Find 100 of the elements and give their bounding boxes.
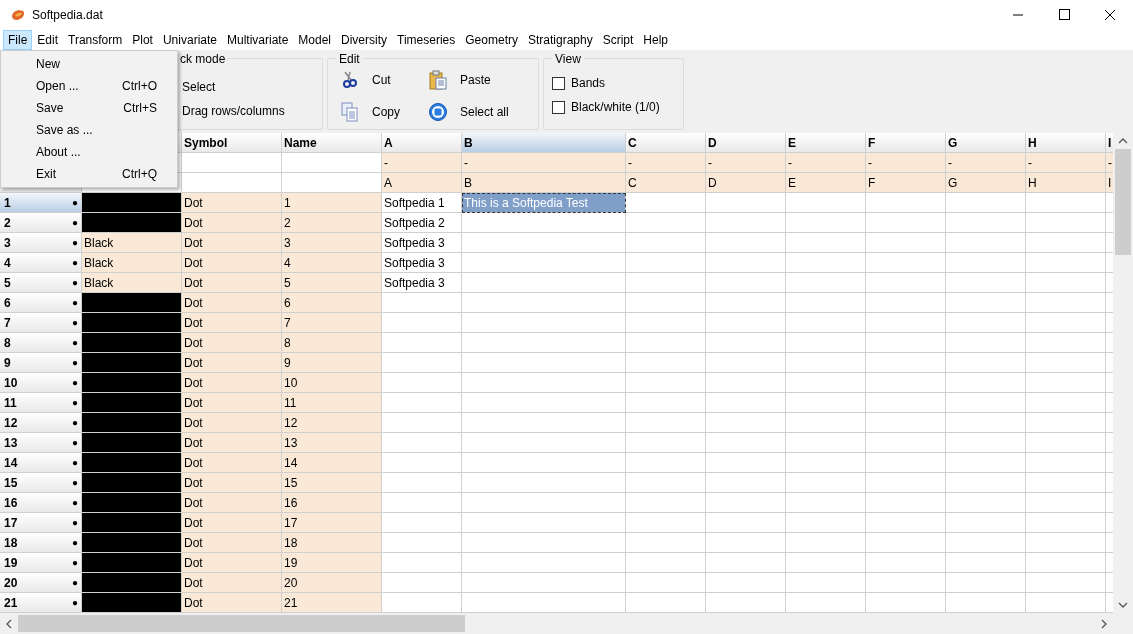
- row-header[interactable]: 2 ●: [0, 213, 82, 233]
- table-cell[interactable]: [1026, 213, 1106, 233]
- table-cell[interactable]: [706, 473, 786, 493]
- table-cell[interactable]: B: [462, 173, 626, 193]
- scrollbar-thumb[interactable]: [18, 615, 465, 632]
- table-cell[interactable]: 6: [282, 293, 382, 313]
- table-cell[interactable]: Softpedia 2: [382, 213, 462, 233]
- table-cell[interactable]: D: [706, 173, 786, 193]
- table-cell[interactable]: 21: [282, 593, 382, 613]
- table-cell[interactable]: [946, 193, 1026, 213]
- menu-item[interactable]: Plot: [127, 30, 158, 50]
- table-cell[interactable]: [626, 453, 706, 473]
- table-cell[interactable]: [786, 533, 866, 553]
- table-cell[interactable]: [946, 313, 1026, 333]
- table-cell[interactable]: [626, 233, 706, 253]
- table-cell[interactable]: [706, 353, 786, 373]
- table-cell[interactable]: Dot: [182, 433, 282, 453]
- colour-swatch[interactable]: [82, 313, 182, 333]
- table-cell[interactable]: [946, 573, 1026, 593]
- column-header[interactable]: C: [626, 133, 706, 153]
- table-cell[interactable]: -: [1026, 153, 1106, 173]
- column-header[interactable]: H: [1026, 133, 1106, 153]
- table-cell[interactable]: [866, 493, 946, 513]
- table-cell[interactable]: [706, 373, 786, 393]
- table-cell[interactable]: [462, 453, 626, 473]
- table-cell[interactable]: [382, 573, 462, 593]
- table-cell[interactable]: [626, 553, 706, 573]
- table-cell[interactable]: -: [866, 153, 946, 173]
- table-cell[interactable]: -: [946, 153, 1026, 173]
- table-cell[interactable]: [182, 153, 282, 173]
- table-cell[interactable]: Dot: [182, 213, 282, 233]
- table-cell[interactable]: [866, 433, 946, 453]
- table-cell[interactable]: [866, 453, 946, 473]
- table-cell[interactable]: Dot: [182, 273, 282, 293]
- toolbar-button[interactable]: Paste: [428, 69, 528, 91]
- table-cell[interactable]: C: [626, 173, 706, 193]
- table-cell[interactable]: 2: [282, 213, 382, 233]
- table-cell[interactable]: Dot: [182, 353, 282, 373]
- table-cell[interactable]: [1026, 573, 1106, 593]
- table-cell[interactable]: -: [382, 153, 462, 173]
- table-cell[interactable]: [626, 413, 706, 433]
- column-header[interactable]: Name: [282, 133, 382, 153]
- table-cell[interactable]: [1026, 413, 1106, 433]
- table-cell[interactable]: [946, 593, 1026, 613]
- table-cell[interactable]: Dot: [182, 513, 282, 533]
- row-header[interactable]: 8 ●: [0, 333, 82, 353]
- table-cell[interactable]: [866, 413, 946, 433]
- table-cell[interactable]: Dot: [182, 193, 282, 213]
- table-cell[interactable]: [786, 293, 866, 313]
- table-cell[interactable]: [462, 273, 626, 293]
- table-cell[interactable]: [626, 293, 706, 313]
- table-cell[interactable]: [462, 313, 626, 333]
- mode-option[interactable]: Drag rows/columns: [182, 102, 285, 120]
- table-cell[interactable]: [626, 473, 706, 493]
- table-cell[interactable]: [866, 593, 946, 613]
- table-cell[interactable]: Dot: [182, 373, 282, 393]
- table-cell[interactable]: [786, 433, 866, 453]
- table-cell[interactable]: [382, 493, 462, 513]
- table-cell[interactable]: [706, 413, 786, 433]
- toolbar-button[interactable]: Copy: [340, 101, 428, 123]
- menu-item[interactable]: Script: [597, 30, 639, 50]
- table-cell[interactable]: [946, 493, 1026, 513]
- checkbox[interactable]: Bands: [552, 76, 660, 90]
- table-cell[interactable]: [706, 533, 786, 553]
- column-header[interactable]: Symbol: [182, 133, 282, 153]
- table-cell[interactable]: [1026, 553, 1106, 573]
- menu-item[interactable]: Timeseries: [392, 30, 461, 50]
- table-cell[interactable]: [706, 573, 786, 593]
- table-cell[interactable]: -: [626, 153, 706, 173]
- table-cell[interactable]: [382, 393, 462, 413]
- table-cell[interactable]: [946, 293, 1026, 313]
- table-cell[interactable]: [462, 253, 626, 273]
- table-cell[interactable]: [382, 333, 462, 353]
- table-cell[interactable]: [786, 553, 866, 573]
- table-cell[interactable]: [626, 513, 706, 533]
- table-cell[interactable]: [706, 453, 786, 473]
- table-cell[interactable]: [786, 493, 866, 513]
- table-cell[interactable]: [626, 253, 706, 273]
- table-cell[interactable]: Dot: [182, 293, 282, 313]
- table-cell[interactable]: [786, 453, 866, 473]
- table-cell[interactable]: [786, 273, 866, 293]
- table-cell[interactable]: 1: [282, 193, 382, 213]
- table-cell[interactable]: [462, 413, 626, 433]
- table-cell[interactable]: [1026, 233, 1106, 253]
- table-cell[interactable]: [866, 293, 946, 313]
- table-cell[interactable]: [866, 273, 946, 293]
- table-cell[interactable]: 9: [282, 353, 382, 373]
- row-header[interactable]: 3 ●: [0, 233, 82, 253]
- table-cell[interactable]: [706, 213, 786, 233]
- column-header[interactable]: D: [706, 133, 786, 153]
- table-cell[interactable]: [382, 473, 462, 493]
- table-cell[interactable]: [462, 233, 626, 253]
- column-header[interactable]: F: [866, 133, 946, 153]
- checkbox[interactable]: Black/white (1/0): [552, 100, 660, 114]
- menu-item[interactable]: Diversity: [336, 30, 393, 50]
- table-cell[interactable]: -: [462, 153, 626, 173]
- table-cell[interactable]: [786, 573, 866, 593]
- table-cell[interactable]: [706, 493, 786, 513]
- table-cell[interactable]: [946, 413, 1026, 433]
- table-cell[interactable]: [946, 433, 1026, 453]
